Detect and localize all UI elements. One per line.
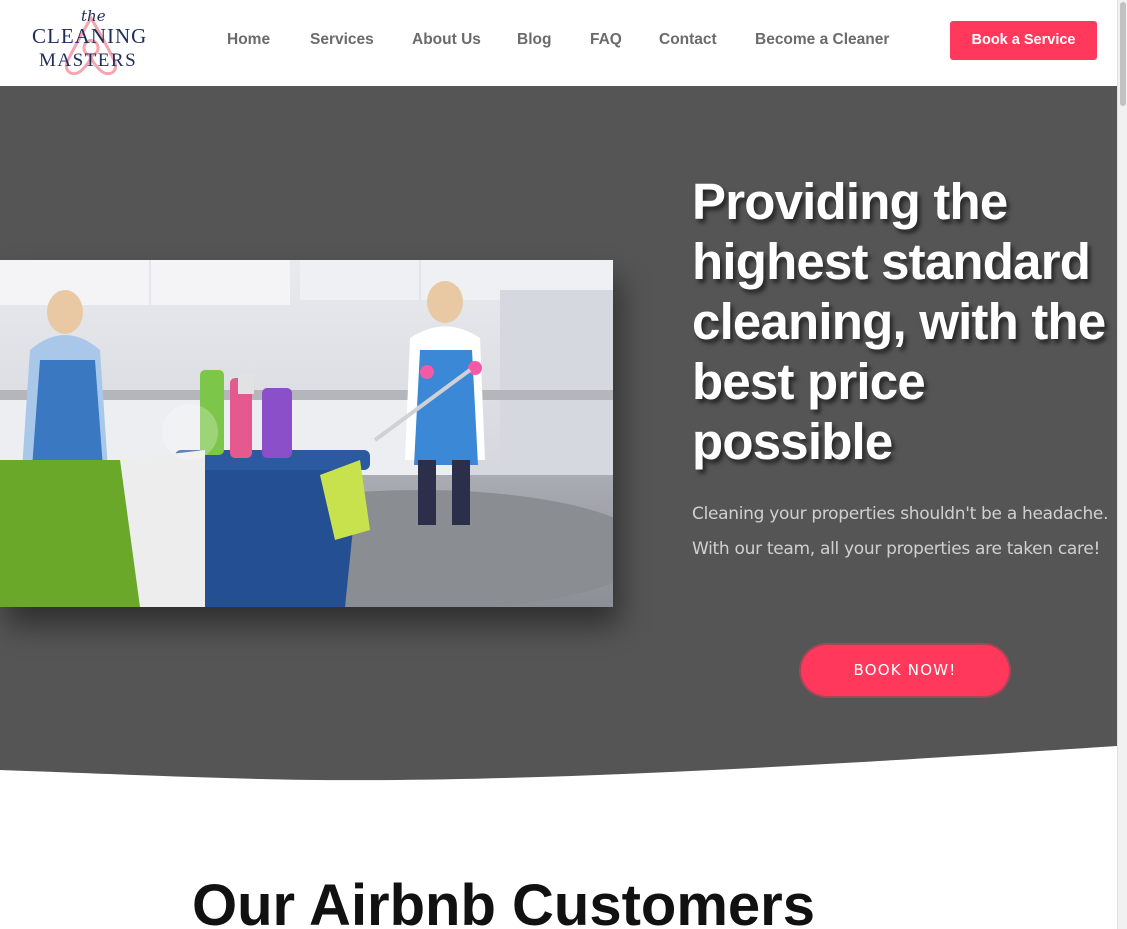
nav-contact[interactable]: Contact <box>659 31 717 49</box>
site-logo[interactable]: the CLEANING MASTERS <box>26 4 156 78</box>
logo-text-the: the <box>81 7 106 25</box>
nav-home[interactable]: Home <box>227 31 270 49</box>
hero-title: Providing the highest standard cleaning,… <box>692 173 1106 470</box>
nav-faq[interactable]: FAQ <box>590 31 622 49</box>
cleaners-photo-image <box>0 260 613 607</box>
nav-become-a-cleaner[interactable]: Become a Cleaner <box>755 31 889 49</box>
hero-description: Cleaning your properties shouldn't be a … <box>692 504 1109 559</box>
hero-section: Providing the highest standard cleaning,… <box>0 86 1117 786</box>
customers-section-heading: Our Airbnb Customers <box>191 873 816 929</box>
book-now-button[interactable]: BOOK NOW! <box>801 645 1009 696</box>
logo-text-masters: MASTERS <box>39 50 138 71</box>
site-header: the CLEANING MASTERS Home Services About… <box>0 0 1117 86</box>
nav-about-us[interactable]: About Us <box>412 31 481 49</box>
scrollbar-thumb[interactable] <box>1120 2 1126 106</box>
logo-text-cleaning: CLEANING <box>32 24 148 48</box>
page-scrollbar[interactable] <box>1117 0 1127 929</box>
hero-photo <box>0 260 613 607</box>
nav-services[interactable]: Services <box>310 31 374 49</box>
book-a-service-button[interactable]: Book a Service <box>950 21 1097 60</box>
page: the CLEANING MASTERS Home Services About… <box>0 0 1117 929</box>
nav-blog[interactable]: Blog <box>517 31 551 49</box>
